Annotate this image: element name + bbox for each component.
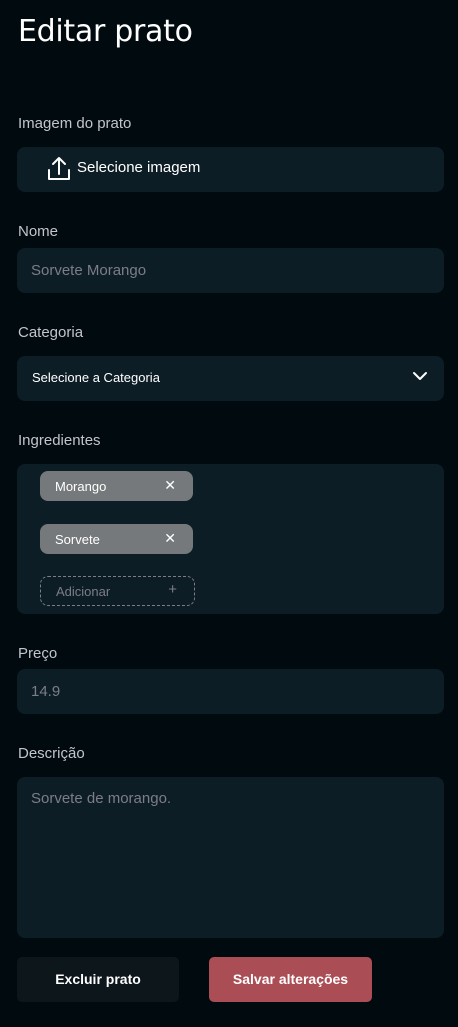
save-changes-button[interactable]: Salvar alterações xyxy=(209,957,372,1002)
name-label: Nome xyxy=(18,223,59,240)
upload-button-label: Selecione imagem xyxy=(77,159,201,176)
category-selected-value: Selecione a Categoria xyxy=(32,370,160,385)
image-label: Imagem do prato xyxy=(18,115,132,132)
ingredient-tag: Morango ✕ xyxy=(40,471,193,501)
price-label: Preço xyxy=(18,645,58,662)
add-ingredient-input[interactable]: Adicionar + xyxy=(40,576,195,606)
ingredients-container: Morango ✕ Sorvete ✕ Adicionar + xyxy=(17,464,444,614)
name-input-value: Sorvete Morango xyxy=(31,262,147,279)
ingredient-tag-label: Morango xyxy=(55,479,107,494)
plus-icon[interactable]: + xyxy=(168,581,177,598)
ingredient-tag: Sorvete ✕ xyxy=(40,524,193,554)
close-icon[interactable]: ✕ xyxy=(164,530,176,547)
ingredients-label: Ingredientes xyxy=(18,432,101,449)
ingredient-tag-label: Sorvete xyxy=(55,532,100,547)
description-value: Sorvete de morango. xyxy=(31,790,172,807)
description-textarea[interactable]: Sorvete de morango. xyxy=(17,777,444,938)
category-label: Categoria xyxy=(18,324,84,341)
upload-icon xyxy=(47,156,71,182)
category-select[interactable]: Selecione a Categoria xyxy=(17,356,444,401)
price-input[interactable]: 14.9 xyxy=(17,669,444,714)
close-icon[interactable]: ✕ xyxy=(164,477,176,494)
delete-dish-button[interactable]: Excluir prato xyxy=(17,957,179,1002)
description-label: Descrição xyxy=(18,745,85,762)
chevron-down-icon xyxy=(412,369,428,381)
page-title: Editar prato xyxy=(18,14,193,49)
price-input-value: 14.9 xyxy=(31,683,61,700)
add-ingredient-placeholder: Adicionar xyxy=(56,584,111,599)
name-input[interactable]: Sorvete Morango xyxy=(17,248,444,293)
image-upload-button[interactable]: Selecione imagem xyxy=(17,147,444,192)
